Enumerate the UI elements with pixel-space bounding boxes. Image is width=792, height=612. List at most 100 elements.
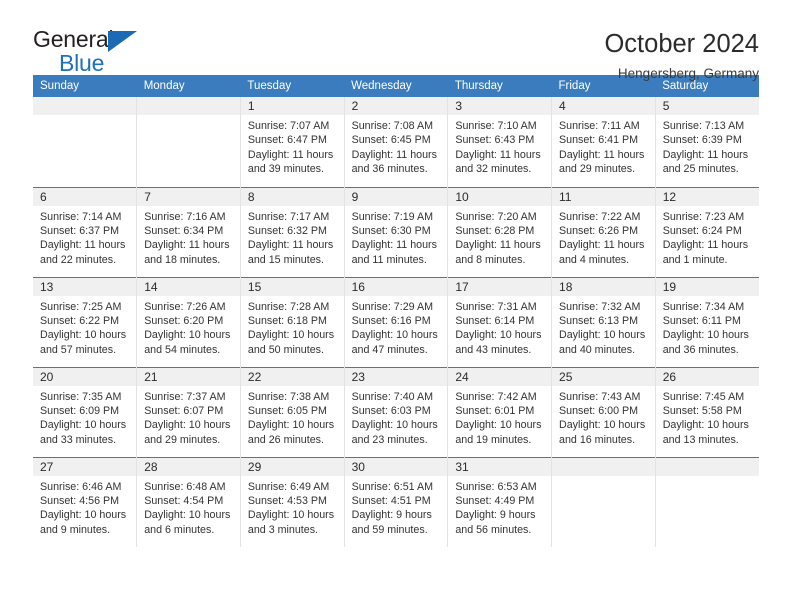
day-info xyxy=(33,115,136,119)
day-info: Sunrise: 6:51 AM Sunset: 4:51 PM Dayligh… xyxy=(345,476,448,538)
day-cell[interactable]: 6 Sunrise: 7:14 AM Sunset: 6:37 PM Dayli… xyxy=(33,186,138,277)
day-number: 23 xyxy=(344,367,448,386)
day-cell[interactable]: 20 Sunrise: 7:35 AM Sunset: 6:09 PM Dayl… xyxy=(33,366,138,457)
day-cell[interactable]: 4 Sunrise: 7:11 AM Sunset: 6:41 PM Dayli… xyxy=(551,97,656,187)
day-cell[interactable]: 12 Sunrise: 7:23 AM Sunset: 6:24 PM Dayl… xyxy=(654,186,759,277)
day-info: Sunrise: 7:42 AM Sunset: 6:01 PM Dayligh… xyxy=(448,386,551,448)
daylight-text: Daylight: 10 hours and 23 minutes. xyxy=(351,419,438,446)
day-number: 28 xyxy=(137,457,240,476)
sunset-text: Sunset: 6:43 PM xyxy=(455,134,535,147)
day-cell[interactable]: 30 Sunrise: 6:51 AM Sunset: 4:51 PM Dayl… xyxy=(343,456,449,547)
sunrise-text: Sunrise: 7:07 AM xyxy=(247,120,330,132)
day-number: 18 xyxy=(552,277,655,296)
sunrise-text: Sunrise: 7:17 AM xyxy=(247,210,330,223)
sunset-text: Sunset: 6:37 PM xyxy=(40,224,120,237)
triangle-icon xyxy=(108,31,137,52)
sunrise-text: Sunrise: 7:19 AM xyxy=(351,210,433,223)
day-cell[interactable]: 18 Sunrise: 7:32 AM Sunset: 6:13 PM Dayl… xyxy=(551,276,656,367)
day-cell[interactable]: 11 Sunrise: 7:22 AM Sunset: 6:26 PM Dayl… xyxy=(551,186,656,277)
sunrise-text: Sunrise: 6:46 AM xyxy=(40,480,122,493)
day-cell[interactable]: 8 Sunrise: 7:17 AM Sunset: 6:32 PM Dayli… xyxy=(239,186,345,277)
day-number: 22 xyxy=(240,367,344,386)
day-cell[interactable]: 21 Sunrise: 7:37 AM Sunset: 6:07 PM Dayl… xyxy=(136,366,241,457)
day-cell[interactable]: 25 Sunrise: 7:43 AM Sunset: 6:00 PM Dayl… xyxy=(551,366,656,457)
day-cell[interactable]: 9 Sunrise: 7:19 AM Sunset: 6:30 PM Dayli… xyxy=(343,186,449,277)
brand-logo[interactable]: General Blue xyxy=(33,28,153,76)
day-number: 14 xyxy=(137,277,240,296)
calendar-week-row: 27 Sunrise: 6:46 AM Sunset: 4:56 PM Dayl… xyxy=(33,456,759,547)
sunset-text: Sunset: 4:54 PM xyxy=(144,494,224,507)
daylight-text: Daylight: 10 hours and 13 minutes. xyxy=(662,419,749,446)
day-number: 7 xyxy=(137,187,240,206)
day-number: 10 xyxy=(448,187,552,206)
day-cell[interactable]: 27 Sunrise: 6:46 AM Sunset: 4:56 PM Dayl… xyxy=(33,456,138,547)
sunset-text: Sunset: 6:41 PM xyxy=(559,134,639,147)
day-cell[interactable]: 15 Sunrise: 7:28 AM Sunset: 6:18 PM Dayl… xyxy=(239,276,345,367)
sunrise-text: Sunrise: 7:34 AM xyxy=(662,300,745,313)
day-number xyxy=(655,457,759,476)
day-cell[interactable]: 26 Sunrise: 7:45 AM Sunset: 5:58 PM Dayl… xyxy=(654,366,759,457)
daylight-text: Daylight: 9 hours and 59 minutes. xyxy=(351,509,432,536)
calendar-table: Sunday Monday Tuesday Wednesday Thursday… xyxy=(33,75,759,547)
day-info: Sunrise: 7:28 AM Sunset: 6:18 PM Dayligh… xyxy=(241,296,344,358)
sunrise-text: Sunrise: 7:40 AM xyxy=(351,390,433,403)
day-cell[interactable]: 28 Sunrise: 6:48 AM Sunset: 4:54 PM Dayl… xyxy=(136,456,241,547)
daylight-text: Daylight: 10 hours and 29 minutes. xyxy=(144,419,231,446)
sunrise-text: Sunrise: 7:37 AM xyxy=(144,390,226,403)
day-cell[interactable]: 17 Sunrise: 7:31 AM Sunset: 6:14 PM Dayl… xyxy=(447,276,553,367)
day-cell[interactable]: 31 Sunrise: 6:53 AM Sunset: 4:49 PM Dayl… xyxy=(447,456,553,547)
day-cell[interactable]: 22 Sunrise: 7:38 AM Sunset: 6:05 PM Dayl… xyxy=(239,366,345,457)
daylight-text: Daylight: 10 hours and 57 minutes. xyxy=(40,329,127,356)
day-cell[interactable]: 29 Sunrise: 6:49 AM Sunset: 4:53 PM Dayl… xyxy=(239,456,345,547)
page-header: General Blue October 2024 Hengersberg, G… xyxy=(33,0,759,82)
day-cell[interactable]: 3 Sunrise: 7:10 AM Sunset: 6:43 PM Dayli… xyxy=(447,97,553,187)
day-number: 5 xyxy=(655,97,759,115)
day-number: 27 xyxy=(33,457,137,476)
sunrise-text: Sunrise: 7:42 AM xyxy=(455,390,537,403)
sunset-text: Sunset: 6:32 PM xyxy=(247,224,327,237)
sunset-text: Sunset: 6:18 PM xyxy=(247,314,327,327)
sunset-text: Sunset: 6:26 PM xyxy=(559,224,639,237)
day-number: 15 xyxy=(240,277,344,296)
sunrise-text: Sunrise: 7:32 AM xyxy=(559,300,641,313)
sunset-text: Sunset: 5:58 PM xyxy=(662,404,742,417)
day-number: 20 xyxy=(33,367,137,386)
sunrise-text: Sunrise: 7:20 AM xyxy=(455,210,537,223)
sunrise-text: Sunrise: 7:29 AM xyxy=(351,300,433,313)
day-info: Sunrise: 7:45 AM Sunset: 5:58 PM Dayligh… xyxy=(656,386,759,448)
day-number: 21 xyxy=(137,367,240,386)
day-cell[interactable]: 2 Sunrise: 7:08 AM Sunset: 6:45 PM Dayli… xyxy=(343,97,449,187)
daylight-text: Daylight: 11 hours and 18 minutes. xyxy=(144,239,230,266)
sunrise-text: Sunrise: 7:43 AM xyxy=(559,390,641,403)
daylight-text: Daylight: 10 hours and 54 minutes. xyxy=(144,329,231,356)
day-info: Sunrise: 7:19 AM Sunset: 6:30 PM Dayligh… xyxy=(345,206,448,268)
day-number: 19 xyxy=(655,277,759,296)
day-cell[interactable]: 1 Sunrise: 7:07 AM Sunset: 6:47 PM Dayli… xyxy=(239,97,345,187)
day-number: 12 xyxy=(655,187,759,206)
day-info: Sunrise: 7:29 AM Sunset: 6:16 PM Dayligh… xyxy=(345,296,448,358)
day-cell[interactable]: 19 Sunrise: 7:34 AM Sunset: 6:11 PM Dayl… xyxy=(654,276,759,367)
daylight-text: Daylight: 11 hours and 1 minute. xyxy=(662,239,749,266)
weekday-header-sunday: Sunday xyxy=(33,75,137,97)
sunrise-text: Sunrise: 7:14 AM xyxy=(40,210,122,223)
daylight-text: Daylight: 10 hours and 3 minutes. xyxy=(247,509,335,536)
day-cell[interactable]: 10 Sunrise: 7:20 AM Sunset: 6:28 PM Dayl… xyxy=(447,186,553,277)
calendar-body: 1 Sunrise: 7:07 AM Sunset: 6:47 PM Dayli… xyxy=(33,97,759,547)
day-cell[interactable]: 23 Sunrise: 7:40 AM Sunset: 6:03 PM Dayl… xyxy=(343,366,449,457)
day-cell[interactable]: 5 Sunrise: 7:13 AM Sunset: 6:39 PM Dayli… xyxy=(654,97,759,187)
day-cell[interactable]: 7 Sunrise: 7:16 AM Sunset: 6:34 PM Dayli… xyxy=(136,186,241,277)
sunrise-text: Sunrise: 7:45 AM xyxy=(662,390,745,403)
day-cell[interactable]: 24 Sunrise: 7:42 AM Sunset: 6:01 PM Dayl… xyxy=(447,366,553,457)
daylight-text: Daylight: 10 hours and 50 minutes. xyxy=(247,329,335,356)
day-cell[interactable]: 16 Sunrise: 7:29 AM Sunset: 6:16 PM Dayl… xyxy=(343,276,449,367)
title-block: October 2024 Hengersberg, Germany xyxy=(604,28,759,81)
day-info: Sunrise: 7:31 AM Sunset: 6:14 PM Dayligh… xyxy=(448,296,551,358)
day-cell[interactable]: 13 Sunrise: 7:25 AM Sunset: 6:22 PM Dayl… xyxy=(33,276,138,367)
sunrise-text: Sunrise: 6:49 AM xyxy=(247,480,330,493)
daylight-text: Daylight: 10 hours and 36 minutes. xyxy=(662,329,749,356)
day-info: Sunrise: 7:07 AM Sunset: 6:47 PM Dayligh… xyxy=(241,115,344,177)
sunset-text: Sunset: 6:11 PM xyxy=(662,314,741,327)
day-number: 31 xyxy=(448,457,552,476)
sunrise-text: Sunrise: 7:23 AM xyxy=(662,210,745,223)
day-cell[interactable]: 14 Sunrise: 7:26 AM Sunset: 6:20 PM Dayl… xyxy=(136,276,241,367)
